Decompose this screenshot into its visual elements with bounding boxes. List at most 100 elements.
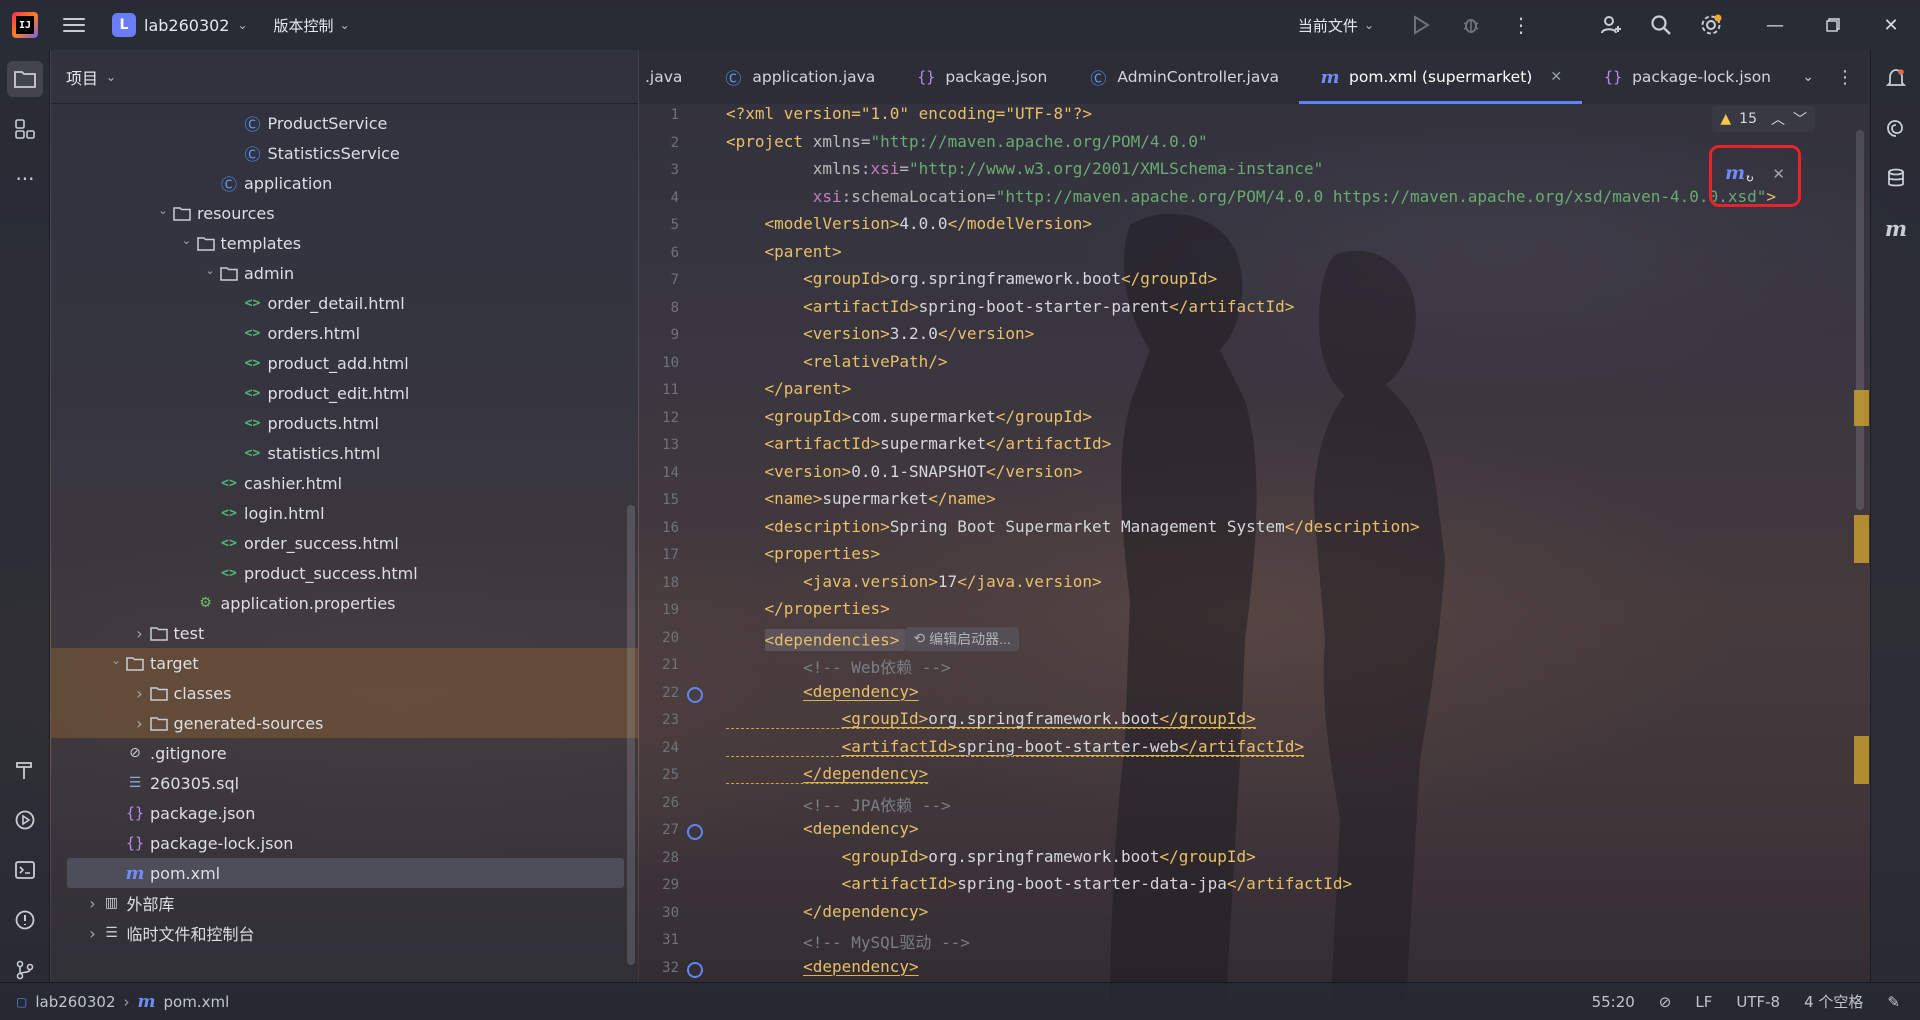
code-line[interactable]: <!-- Web依赖 --> [726,654,951,678]
tree-item[interactable]: › generated-sources [51,708,638,738]
tree-item[interactable]: <> product_success.html [51,558,638,588]
tree-item[interactable]: › test [51,618,638,648]
tree-item[interactable]: ⌄ target [51,648,638,678]
tree-item[interactable]: Ⓒapplication [51,168,638,198]
code-line[interactable]: <dependency> [726,682,919,701]
chevron-down-icon[interactable]: ⌄ [155,204,171,217]
build-tool-button[interactable] [0,745,50,795]
project-switcher[interactable]: L lab260302 ⌄ [112,13,248,37]
code-line[interactable]: <groupId>com.supermarket</groupId> [726,407,1093,426]
code-line[interactable]: <groupId>org.springframework.boot</group… [726,269,1217,288]
tree-item[interactable]: <> cashier.html [51,468,638,498]
run-icon[interactable] [1396,0,1446,50]
terminal-tool-button[interactable] [0,845,50,895]
code-line[interactable]: <artifactId>supermarket</artifactId> [726,434,1112,453]
file-encoding[interactable]: UTF-8 [1736,993,1780,1011]
code-line[interactable]: <relativePath/> [726,352,948,371]
tree-item[interactable]: ⌄ resources [51,198,638,228]
breadcrumb-file[interactable]: pom.xml [164,993,230,1011]
restore-button[interactable] [1804,0,1862,50]
structure-tool-button[interactable] [0,104,50,154]
tree-item[interactable]: <> order_detail.html [51,288,638,318]
caret-position[interactable]: 55:20 [1592,993,1635,1011]
dependency-gutter-icon[interactable] [687,686,703,703]
code-line[interactable]: <java.version>17</java.version> [726,572,1102,591]
inspection-widget[interactable]: ▲ 15 ︿ ﹀ [1712,106,1815,132]
tree-item[interactable]: ⌄ admin [51,258,638,288]
indent-setting[interactable]: 4 个空格 [1804,991,1863,1012]
ai-off-icon[interactable]: ⊘ [1659,993,1672,1011]
code-line[interactable]: </properties> [726,599,890,618]
services-tool-button[interactable] [0,795,50,845]
tree-item[interactable]: › ☰ 临时文件和控制台 [51,918,638,948]
editor-tab[interactable]: .java [639,50,702,104]
project-panel-header[interactable]: 项目 ⌄ [51,50,638,104]
code-line[interactable]: </dependency> [726,902,928,921]
chevron-down-icon[interactable]: ⌄ [202,264,218,277]
more-actions-icon[interactable]: ⋮ [1496,0,1546,50]
debug-icon[interactable] [1446,0,1496,50]
maven-tool-button[interactable]: m [1871,203,1920,253]
code-line[interactable]: </dependency> [726,764,929,784]
tree-item[interactable]: {} package-lock.json [51,828,638,858]
chevron-down-icon[interactable]: ⌄ [108,654,124,667]
notifications-button[interactable] [1871,53,1920,103]
code-line[interactable]: <!-- JPA依赖 --> [726,792,951,816]
code-line[interactable]: <version>3.2.0</version> [726,324,1034,343]
tree-item[interactable]: › classes [51,678,638,708]
code-line[interactable]: </parent> [726,379,852,398]
code-line[interactable]: <artifactId>spring-boot-starter-web</art… [726,737,1304,757]
tree-item[interactable]: Ⓒ StatisticsService [51,138,638,168]
editor-tab[interactable]: Ⓒapplication.java [702,50,895,104]
code-area[interactable]: 1 <?xml version="1.0" encoding="UTF-8"?> 2… [639,104,1870,982]
code-line[interactable]: <dependencies> ⟲ 编辑启动器... [726,626,1019,651]
chevron-right-icon[interactable]: › [132,624,148,643]
editor-tab[interactable]: m pom.xml (supermarket) ✕ [1299,50,1583,104]
project-tool-button[interactable] [0,54,50,104]
code-line[interactable]: <description>Spring Boot Supermarket Man… [726,517,1420,536]
code-line[interactable]: <parent> [726,242,842,261]
maven-reload-icon[interactable]: m↻ [1725,162,1754,185]
tree-item[interactable]: <> product_add.html [51,348,638,378]
minimize-button[interactable]: — [1746,0,1804,50]
code-line[interactable]: <groupId>org.springframework.boot</group… [726,709,1256,729]
code-line[interactable]: <artifactId>spring-boot-starter-data-jpa… [726,874,1353,893]
ai-assistant-button[interactable] [1871,103,1920,153]
tree-item[interactable]: m pom.xml [51,858,638,888]
code-line[interactable]: <dependency> [726,819,919,838]
code-line[interactable]: <project xmlns="http://maven.apache.org/… [726,132,1208,151]
tree-item[interactable]: <> login.html [51,498,638,528]
editor-tab[interactable]: {} package.json [895,50,1067,104]
tree-item[interactable]: <> product_edit.html [51,378,638,408]
ide-logo-icon[interactable]: IJ [12,12,38,38]
code-line[interactable]: <name>supermarket</name> [726,489,996,508]
editor-tab[interactable]: {} package-lock.json [1582,50,1791,104]
dependency-gutter-icon[interactable] [687,824,703,840]
tree-item[interactable]: <> statistics.html [51,438,638,468]
next-highlight-icon[interactable]: ﹀ [1793,109,1807,129]
chevron-right-icon[interactable]: › [85,924,101,943]
run-config-selector[interactable]: 当前文件 ⌄ [1298,15,1374,36]
settings-gear-icon[interactable] [1686,0,1736,50]
tab-list-chevron-icon[interactable]: ⌄ [1802,69,1814,85]
tab-more-icon[interactable]: ⋮ [1836,67,1854,88]
warning-stripe-marker[interactable] [1854,736,1869,784]
project-panel-scrollbar[interactable] [627,505,635,965]
tree-item[interactable]: ⊘ .gitignore [51,738,638,768]
code-line[interactable]: xsi:schemaLocation="http://maven.apache.… [726,187,1776,206]
editor-scrollbar[interactable] [1856,130,1864,510]
tree-item[interactable]: ⚙ application.properties [51,588,638,618]
edit-starters-hint[interactable]: ⟲ 编辑启动器... [905,626,1019,651]
tree-item[interactable]: <> products.html [51,408,638,438]
warning-stripe-marker[interactable] [1854,515,1869,563]
add-user-icon[interactable] [1586,0,1636,50]
close-window-button[interactable]: ✕ [1862,0,1920,50]
warning-stripe-marker[interactable] [1854,390,1869,426]
tree-item[interactable]: ⌄ templates [51,228,638,258]
chevron-right-icon[interactable]: › [132,684,148,703]
chevron-right-icon[interactable]: › [132,714,148,733]
editor-tab[interactable]: Ⓒ AdminController.java [1067,50,1299,104]
code-line[interactable]: <dependency> [726,957,919,976]
line-separator[interactable]: LF [1695,993,1712,1011]
main-menu-icon[interactable] [62,13,86,37]
